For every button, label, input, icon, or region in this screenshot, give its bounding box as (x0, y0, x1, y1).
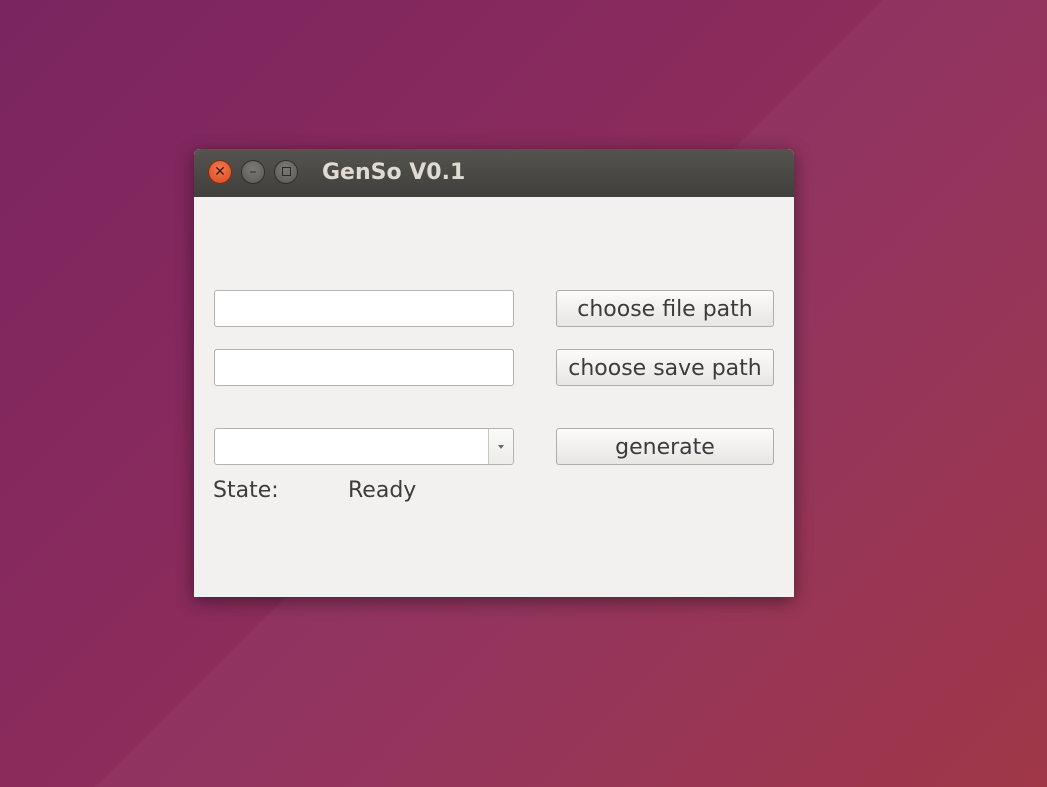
window-title: GenSo V0.1 (322, 160, 466, 185)
minimize-icon[interactable]: – (241, 160, 265, 184)
maximize-square (281, 167, 291, 176)
maximize-icon[interactable] (274, 160, 298, 184)
chevron-down-icon[interactable] (488, 429, 513, 464)
dropdown-arrow-glyph (498, 445, 504, 449)
title-bar[interactable]: ✕ – GenSo V0.1 (194, 149, 794, 197)
state-label: State: (213, 478, 279, 503)
save-path-input[interactable] (214, 349, 514, 386)
generate-button[interactable]: generate (556, 428, 774, 465)
app-window: ✕ – GenSo V0.1 choose file path choose s… (194, 149, 794, 597)
choose-file-path-button[interactable]: choose file path (556, 290, 774, 327)
close-icon[interactable]: ✕ (208, 160, 232, 184)
minimize-glyph: – (249, 164, 257, 180)
option-dropdown[interactable] (214, 428, 514, 465)
choose-save-path-button[interactable]: choose save path (556, 349, 774, 386)
close-glyph: ✕ (214, 164, 226, 180)
file-path-input[interactable] (214, 290, 514, 327)
state-value: Ready (348, 478, 417, 503)
